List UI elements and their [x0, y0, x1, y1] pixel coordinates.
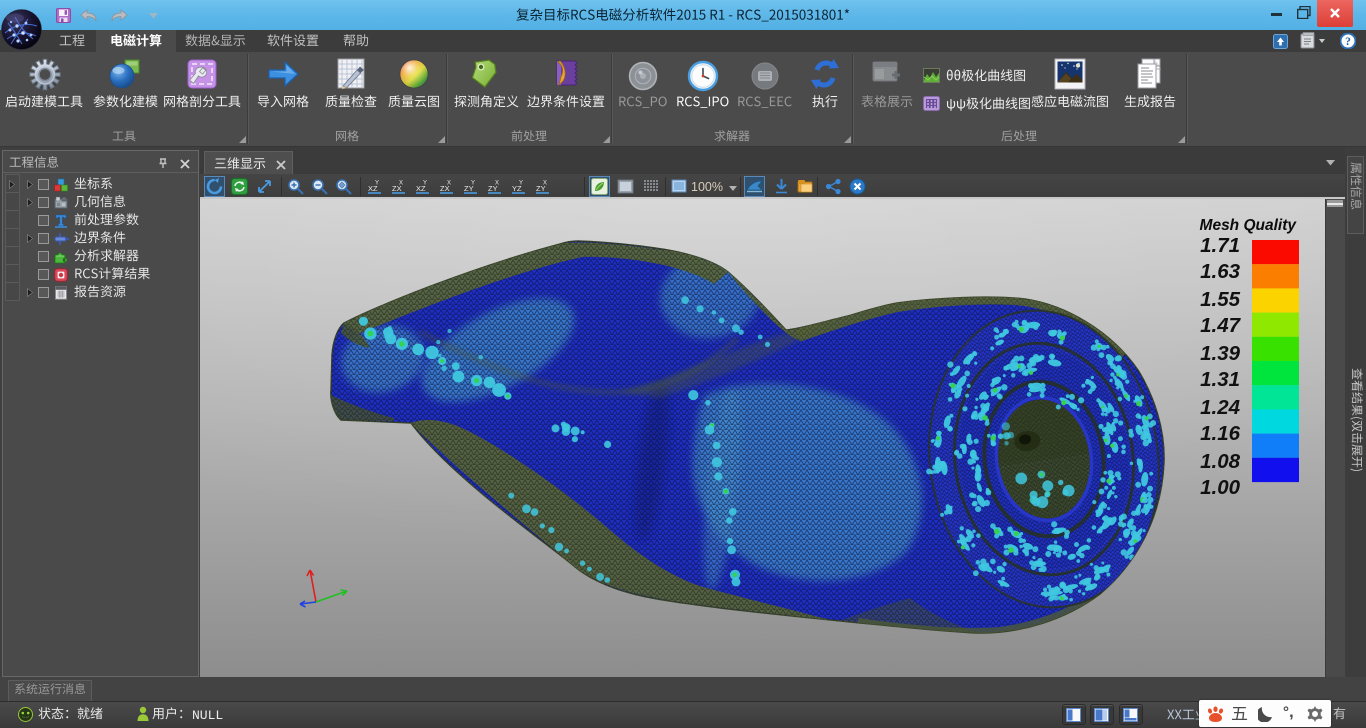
svg-text:1.24: 1.24	[1200, 396, 1240, 419]
svg-text:1.00: 1.00	[1200, 476, 1240, 499]
svg-text:X: X	[543, 181, 547, 187]
svg-text:1.31: 1.31	[1200, 368, 1240, 391]
svg-text:1.71: 1.71	[1200, 234, 1240, 257]
svg-text:Y: Y	[519, 181, 523, 187]
svg-text:1.63: 1.63	[1200, 260, 1240, 283]
svg-text:?: ?	[1345, 36, 1351, 48]
svg-text:1.55: 1.55	[1200, 288, 1240, 311]
svg-text:1.16: 1.16	[1200, 422, 1240, 445]
svg-text:Y: Y	[471, 181, 475, 187]
svg-text:1.08: 1.08	[1200, 450, 1240, 473]
svg-text:Y: Y	[423, 181, 427, 187]
svg-text:1.47: 1.47	[1200, 314, 1241, 337]
svg-text:X: X	[447, 181, 451, 187]
svg-text:X: X	[495, 181, 499, 187]
svg-text:1.39: 1.39	[1200, 342, 1240, 365]
svg-text:Mesh Quality: Mesh Quality	[1200, 217, 1298, 234]
svg-text:X: X	[399, 181, 403, 187]
svg-text:Y: Y	[375, 181, 379, 187]
